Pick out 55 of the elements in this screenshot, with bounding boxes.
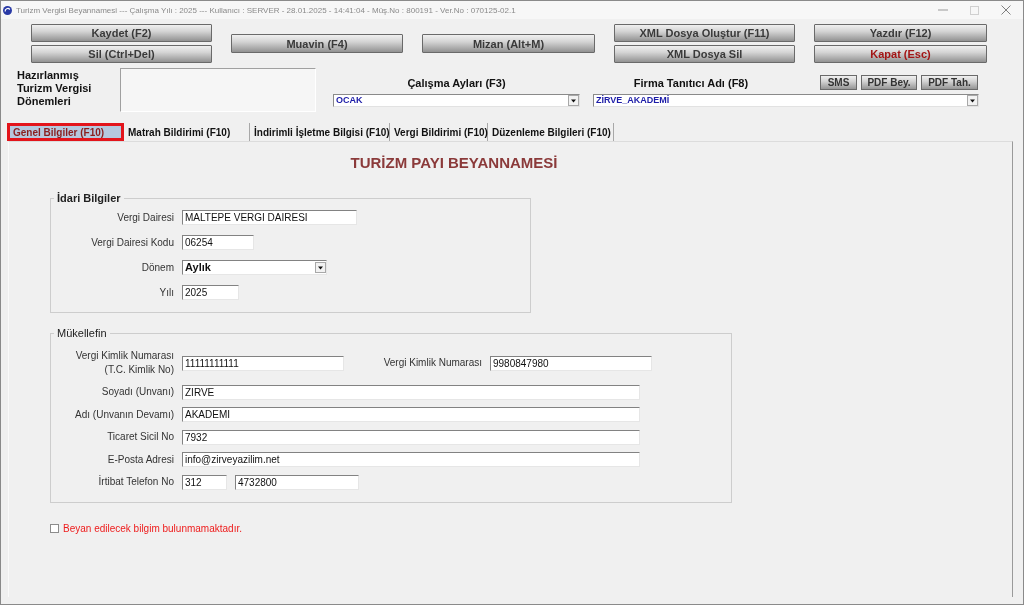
save-button[interactable]: Kaydet (F2) bbox=[31, 24, 212, 42]
input-field[interactable]: 9980847980 bbox=[490, 355, 652, 371]
input-field[interactable]: ZİRVE bbox=[182, 384, 640, 400]
group-legend: Mükellefin bbox=[54, 327, 110, 340]
field-label: Firma Tanıtıcı Adı (F8) bbox=[632, 77, 750, 90]
input-field[interactable]: 06254 bbox=[182, 235, 254, 250]
tab[interactable]: Matrah Bildirimi (F10) bbox=[124, 123, 250, 141]
checkbox-label: Beyan edilecek bilgim bulunmamaktadır. bbox=[63, 522, 242, 535]
field-label: İrtibat Telefon No bbox=[98, 475, 174, 489]
period-dropdown[interactable]: Aylık bbox=[182, 260, 327, 275]
input-field[interactable]: AKADEMİ bbox=[182, 407, 640, 422]
field-label: Soyadı (Unvanı) bbox=[101, 385, 174, 399]
dropdown-caret-icon[interactable] bbox=[568, 95, 579, 106]
group-legend: İdari Bilgiler bbox=[54, 192, 124, 205]
field-label: Yılı bbox=[159, 285, 174, 300]
field-label: Vergi Dairesi Kodu bbox=[91, 235, 174, 250]
tab[interactable]: İndirimli İşletme Bilgisi (F10) bbox=[250, 123, 390, 141]
periods-label: Hazırlanmış Turizm Vergisi Dönemleri bbox=[17, 69, 93, 108]
input-field[interactable]: 312 bbox=[182, 474, 227, 490]
input-field[interactable]: 11111111111 bbox=[182, 355, 344, 371]
xml-delete-button[interactable]: XML Dosya Sil bbox=[614, 45, 795, 63]
input-field[interactable]: 2025 bbox=[182, 285, 239, 300]
field-label: Vergi Kimlik Numarası bbox=[383, 356, 482, 370]
pdf-button[interactable]: PDF Tah. bbox=[921, 75, 978, 90]
checkbox[interactable] bbox=[50, 524, 59, 533]
ledger-button[interactable]: Muavin (F4) bbox=[231, 34, 403, 53]
close-icon[interactable] bbox=[1001, 5, 1011, 15]
input-field[interactable]: MALTEPE VERGİ DAİRESİ bbox=[182, 210, 357, 225]
input-field[interactable]: info@zirveyazilim.net bbox=[182, 452, 640, 467]
dropdown-caret-icon[interactable] bbox=[967, 95, 978, 106]
exit-button[interactable]: Kapat (Esc) bbox=[814, 45, 987, 63]
xml-create-button[interactable]: XML Dosya Oluştur (F11) bbox=[614, 24, 795, 42]
field-label: Çalışma Ayları (F3) bbox=[407, 77, 506, 90]
window-title: Turizm Vergisi Beyannamesi --- Çalışma Yılı : 2025 --- Kullanıcı : SERVER - 28.01.2025 - 14:41:04 - Müş.No : 800191 - Ver.No : 070125-02.1 bbox=[16, 5, 516, 15]
field-label: Vergi Dairesi bbox=[117, 210, 174, 225]
field-label: Dönem bbox=[141, 260, 174, 275]
company-dropdown[interactable]: ZİRVE_AKADEMİ bbox=[593, 94, 979, 107]
pdf-button[interactable]: PDF Bey. bbox=[861, 75, 917, 90]
month-dropdown[interactable]: OCAK bbox=[333, 94, 580, 107]
tab[interactable]: Genel Bilgiler (F10) bbox=[7, 123, 124, 141]
tab[interactable]: Düzenleme Bilgileri (F10) bbox=[488, 123, 614, 141]
field-label: Adı (Unvanın Devamı) bbox=[75, 407, 174, 422]
field-label: Vergi Kimlik Numarası (T.C. Kimlik No) bbox=[74, 349, 174, 377]
tab[interactable]: Vergi Bildirimi (F10) bbox=[390, 123, 488, 141]
trial-balance-button[interactable]: Mizan (Alt+M) bbox=[422, 34, 595, 53]
print-button[interactable]: Yazdır (F12) bbox=[814, 24, 987, 42]
period-list[interactable] bbox=[120, 68, 316, 112]
field-label: Ticaret Sicil No bbox=[107, 430, 174, 444]
input-field[interactable]: 4732800 bbox=[235, 474, 359, 490]
field-label: E-Posta Adresi bbox=[107, 452, 174, 467]
input-field[interactable]: 7932 bbox=[182, 429, 640, 445]
sms-button[interactable]: SMS bbox=[820, 75, 857, 90]
delete-button[interactable]: Sil (Ctrl+Del) bbox=[31, 45, 212, 63]
dropdown-caret-icon[interactable] bbox=[315, 262, 326, 273]
form-title: TURİZM PAYI BEYANNAMESİ bbox=[349, 153, 559, 172]
